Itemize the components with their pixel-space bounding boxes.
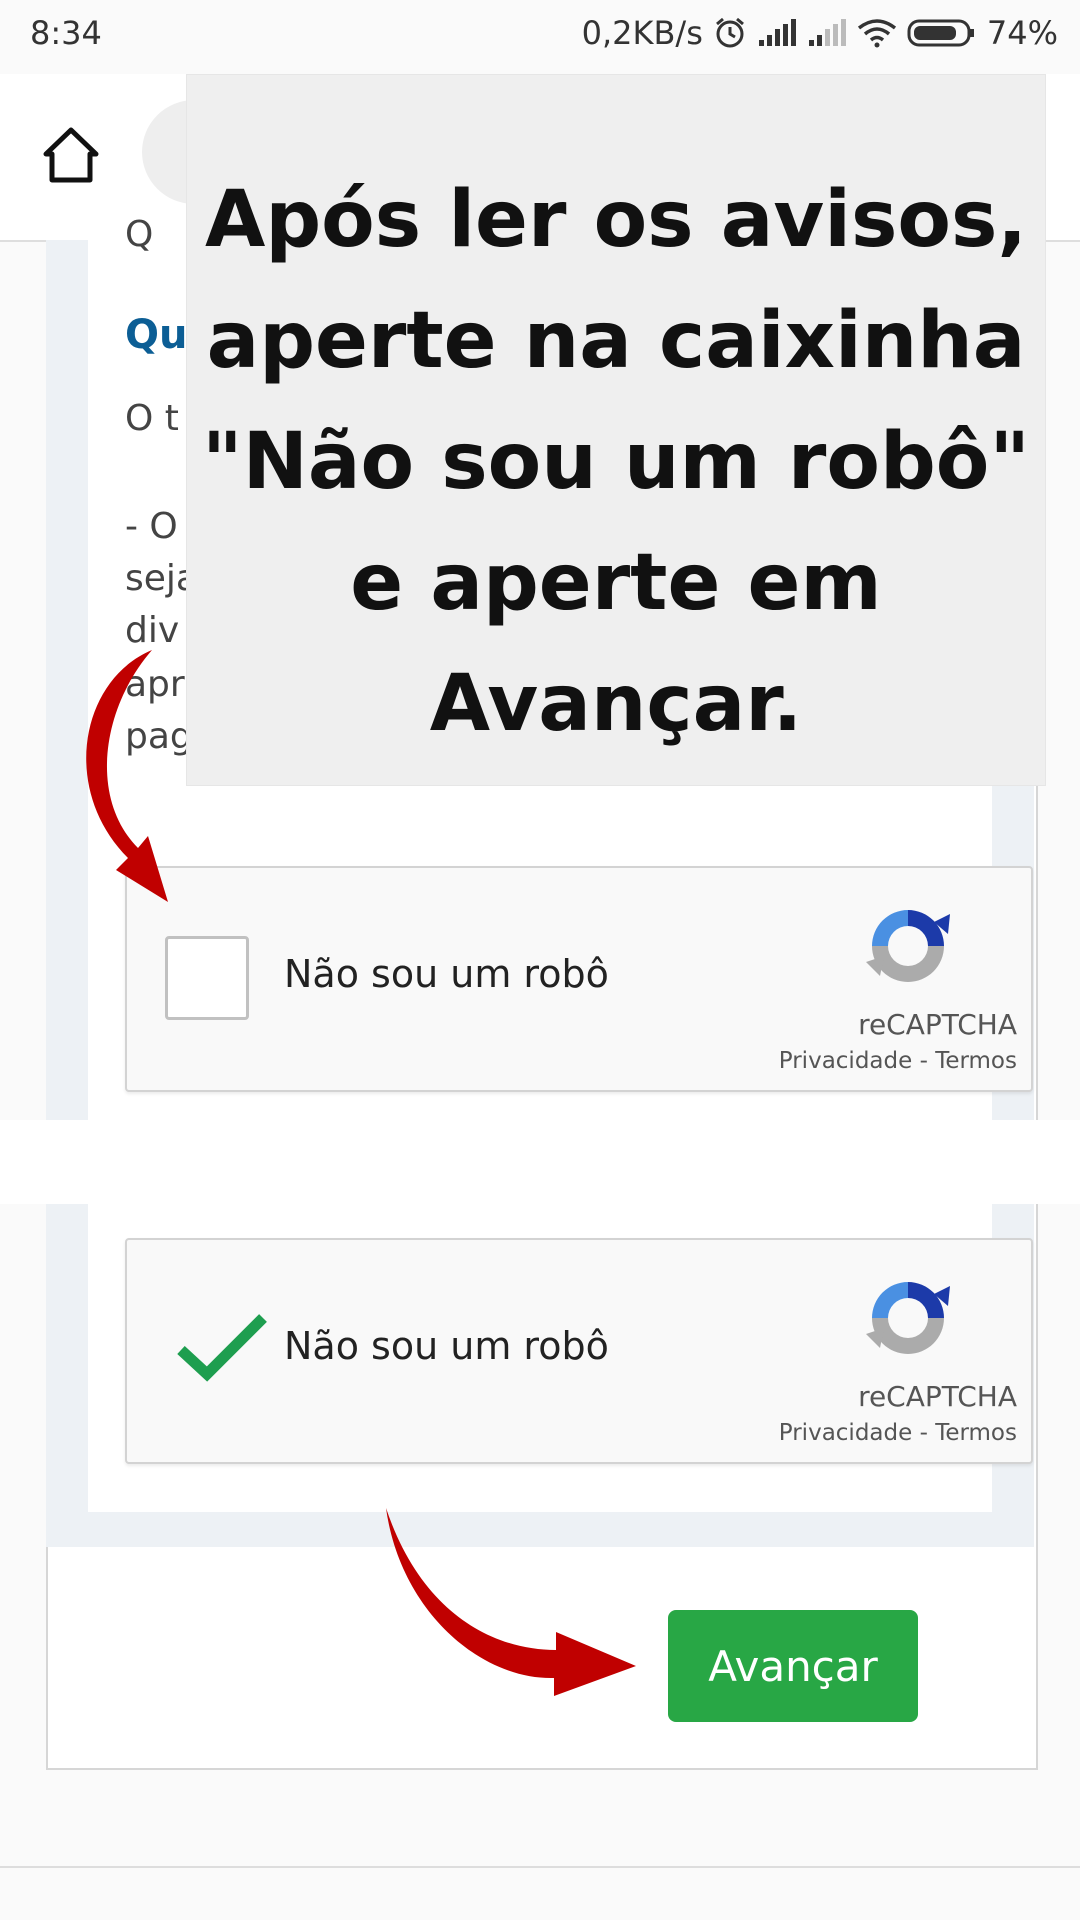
recaptcha-links: Privacidade - Termos xyxy=(747,1048,1017,1074)
arrow-to-checkbox-icon xyxy=(86,650,168,902)
signal-weak-icon xyxy=(808,19,846,46)
recaptcha-links: Privacidade - Termos xyxy=(747,1420,1017,1446)
bottom-area xyxy=(0,1868,1080,1920)
recaptcha-brand: reCAPTCHA xyxy=(858,1380,1017,1413)
avancar-button[interactable]: Avançar xyxy=(668,1610,918,1722)
recaptcha-label: Não sou um robô xyxy=(284,1324,609,1368)
terms-link[interactable]: Termos xyxy=(935,1420,1017,1446)
section-divider xyxy=(0,1120,1080,1204)
battery-icon xyxy=(907,19,974,47)
privacy-link[interactable]: Privacidade xyxy=(779,1420,913,1446)
status-time: 8:34 xyxy=(30,14,102,52)
status-right: 0,2KB/s 74% xyxy=(582,14,1058,52)
battery-percent: 74% xyxy=(986,14,1058,52)
recaptcha-logo-icon xyxy=(866,910,950,982)
recaptcha-widget-unchecked: Não sou um robô reCAPTCHA Privacidade - … xyxy=(125,866,1033,1092)
list-text: - O xyxy=(125,506,178,547)
recaptcha-logo-icon xyxy=(866,1282,950,1354)
status-bar: 8:34 0,2KB/s 74% xyxy=(0,0,1080,74)
arrow-to-button-icon xyxy=(386,1508,636,1696)
paragraph-text: O t xyxy=(125,398,179,439)
link-separator: - xyxy=(912,1420,936,1446)
terms-link[interactable]: Termos xyxy=(935,1048,1017,1074)
checkmark-icon[interactable] xyxy=(177,1312,267,1382)
recaptcha-brand: reCAPTCHA xyxy=(858,1008,1017,1041)
recaptcha-widget-checked: Não sou um robô reCAPTCHA Privacidade - … xyxy=(125,1238,1033,1464)
privacy-link[interactable]: Privacidade xyxy=(779,1048,913,1074)
partial-text: Q xyxy=(125,214,154,255)
instruction-text: Após ler os avisos, aperte na caixinha "… xyxy=(201,175,1031,749)
link-separator: - xyxy=(912,1048,936,1074)
home-icon[interactable] xyxy=(40,124,102,186)
network-speed: 0,2KB/s xyxy=(581,14,703,52)
recaptcha-label: Não sou um robô xyxy=(284,952,609,996)
recaptcha-checkbox[interactable] xyxy=(165,936,249,1020)
section-heading: Qu xyxy=(125,312,188,358)
instruction-overlay: Após ler os avisos, aperte na caixinha "… xyxy=(186,74,1046,786)
wifi-icon xyxy=(857,19,896,48)
signal-icon xyxy=(758,19,796,46)
alarm-icon xyxy=(715,17,744,48)
